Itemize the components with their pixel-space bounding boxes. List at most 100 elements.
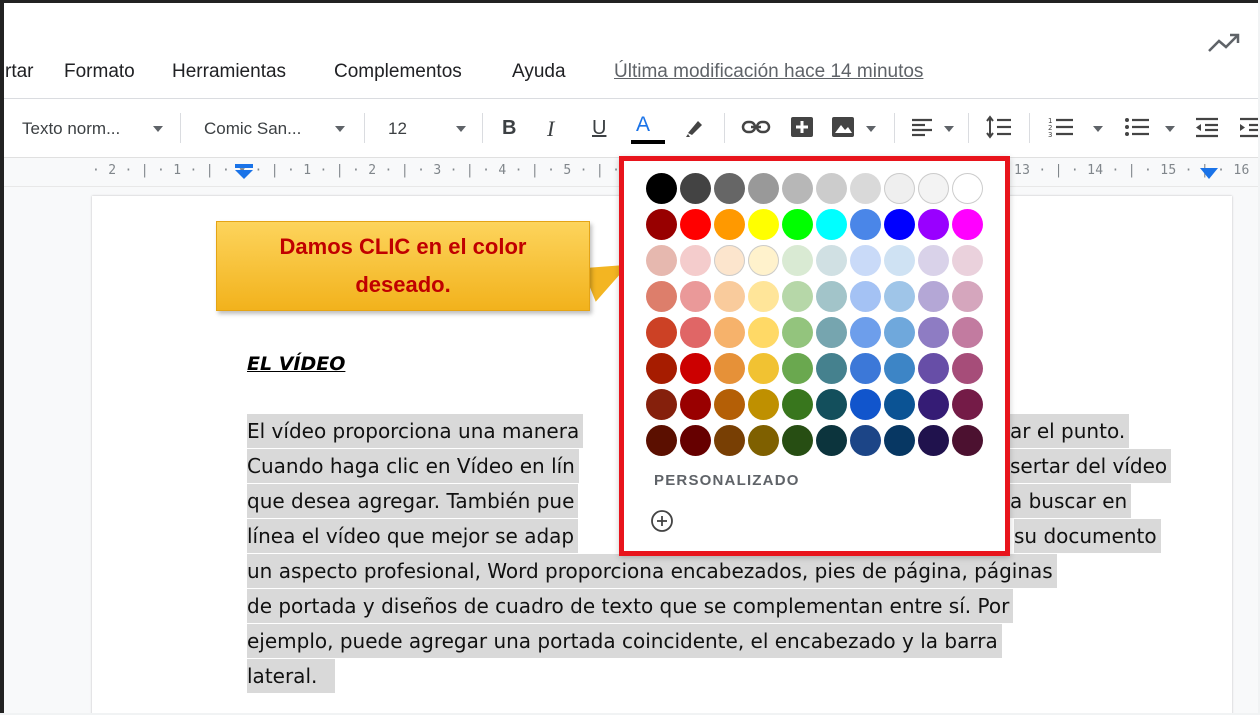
align-left-icon[interactable] — [908, 113, 936, 141]
color-swatch[interactable] — [782, 389, 813, 420]
chevron-down-icon[interactable] — [1093, 126, 1103, 132]
link-icon[interactable] — [740, 113, 772, 141]
color-swatch[interactable] — [952, 173, 983, 204]
chevron-down-icon[interactable] — [153, 126, 163, 132]
menu-formato[interactable]: Formato — [64, 61, 135, 83]
paragraph-line-tail[interactable]: ar el punto. — [1010, 414, 1130, 448]
chevron-down-icon[interactable] — [944, 126, 954, 132]
color-swatch[interactable] — [918, 353, 949, 384]
color-swatch[interactable] — [748, 245, 779, 276]
paragraph-line[interactable]: Cuando haga clic en Vídeo en lín — [247, 449, 579, 483]
increase-indent-icon[interactable] — [1236, 113, 1258, 141]
right-indent-marker-icon[interactable] — [1198, 166, 1220, 180]
color-swatch[interactable] — [884, 245, 915, 276]
bulleted-list-icon[interactable] — [1122, 113, 1152, 141]
color-swatch[interactable] — [646, 425, 677, 456]
color-swatch[interactable] — [714, 425, 745, 456]
color-swatch[interactable] — [816, 353, 847, 384]
document-heading[interactable]: EL VÍDEO — [247, 353, 345, 375]
color-swatch[interactable] — [782, 245, 813, 276]
color-swatch[interactable] — [646, 209, 677, 240]
color-swatch[interactable] — [782, 425, 813, 456]
color-swatch[interactable] — [782, 173, 813, 204]
menu-ayuda[interactable]: Ayuda — [512, 61, 566, 83]
color-swatch[interactable] — [748, 425, 779, 456]
color-swatch[interactable] — [782, 209, 813, 240]
color-swatch[interactable] — [782, 317, 813, 348]
font-select[interactable]: Comic San... — [204, 119, 301, 139]
color-swatch[interactable] — [646, 281, 677, 312]
color-swatch[interactable] — [850, 209, 881, 240]
chevron-down-icon[interactable] — [456, 126, 466, 132]
paragraph-line[interactable]: lateral. — [247, 659, 336, 693]
insert-image-icon[interactable] — [830, 113, 856, 141]
color-swatch[interactable] — [884, 281, 915, 312]
color-swatch[interactable] — [884, 209, 915, 240]
add-comment-icon[interactable] — [789, 113, 815, 141]
color-swatch[interactable] — [850, 245, 881, 276]
menu-herramientas[interactable]: Herramientas — [172, 61, 286, 83]
color-swatch[interactable] — [680, 389, 711, 420]
paragraph-line-tail[interactable]: sertar del vídeo — [1010, 449, 1172, 483]
color-swatch[interactable] — [680, 245, 711, 276]
highlighter-icon[interactable] — [682, 113, 708, 141]
color-swatch[interactable] — [816, 173, 847, 204]
color-swatch[interactable] — [748, 317, 779, 348]
last-modified-link[interactable]: Última modificación hace 14 minutos — [614, 61, 923, 83]
color-swatch[interactable] — [816, 425, 847, 456]
activity-trend-icon[interactable] — [1207, 31, 1241, 55]
color-swatch[interactable] — [680, 209, 711, 240]
italic-button[interactable]: I — [547, 116, 554, 142]
color-swatch[interactable] — [850, 389, 881, 420]
color-swatch[interactable] — [952, 389, 983, 420]
color-swatch[interactable] — [646, 389, 677, 420]
color-swatch[interactable] — [782, 281, 813, 312]
color-swatch[interactable] — [918, 317, 949, 348]
color-swatch[interactable] — [884, 425, 915, 456]
color-swatch[interactable] — [918, 425, 949, 456]
color-swatch[interactable] — [748, 353, 779, 384]
color-swatch[interactable] — [714, 389, 745, 420]
color-swatch[interactable] — [816, 209, 847, 240]
color-swatch[interactable] — [748, 281, 779, 312]
plus-circle-icon[interactable] — [650, 509, 674, 533]
chevron-down-icon[interactable] — [335, 126, 345, 132]
color-swatch[interactable] — [850, 317, 881, 348]
color-swatch[interactable] — [714, 317, 745, 348]
color-swatch[interactable] — [884, 173, 915, 204]
style-select[interactable]: Texto norm... — [22, 119, 120, 139]
color-swatch[interactable] — [850, 173, 881, 204]
color-swatch[interactable] — [816, 317, 847, 348]
chevron-down-icon[interactable] — [866, 126, 876, 132]
font-size-select[interactable]: 12 — [388, 119, 407, 139]
color-swatch[interactable] — [816, 389, 847, 420]
menu-insertar[interactable]: rtar — [5, 61, 34, 83]
paragraph-line[interactable]: ejemplo, puede agregar una portada coinc… — [247, 624, 1002, 658]
color-swatch[interactable] — [646, 173, 677, 204]
paragraph-line-tail[interactable]: a buscar en — [1010, 484, 1132, 518]
color-swatch[interactable] — [952, 209, 983, 240]
left-indent-marker-icon[interactable] — [232, 164, 256, 180]
color-swatch[interactable] — [680, 353, 711, 384]
color-swatch[interactable] — [952, 281, 983, 312]
paragraph-line-tail[interactable]: su documento — [1014, 519, 1161, 553]
color-swatch[interactable] — [918, 389, 949, 420]
color-swatch[interactable] — [918, 281, 949, 312]
color-swatch[interactable] — [850, 353, 881, 384]
paragraph-line[interactable]: línea el vídeo que mejor se adap — [247, 519, 579, 553]
color-swatch[interactable] — [850, 425, 881, 456]
color-swatch[interactable] — [714, 173, 745, 204]
bold-button[interactable]: B — [502, 117, 516, 140]
color-swatch[interactable] — [816, 245, 847, 276]
color-swatch[interactable] — [952, 317, 983, 348]
color-swatch[interactable] — [816, 281, 847, 312]
text-color-button[interactable]: A — [636, 113, 650, 137]
color-swatch[interactable] — [646, 353, 677, 384]
color-swatch[interactable] — [918, 245, 949, 276]
color-swatch[interactable] — [680, 281, 711, 312]
color-swatch[interactable] — [748, 209, 779, 240]
color-swatch[interactable] — [884, 389, 915, 420]
color-swatch[interactable] — [918, 209, 949, 240]
color-swatch[interactable] — [646, 317, 677, 348]
paragraph-line[interactable]: El vídeo proporciona una manera — [247, 414, 584, 448]
